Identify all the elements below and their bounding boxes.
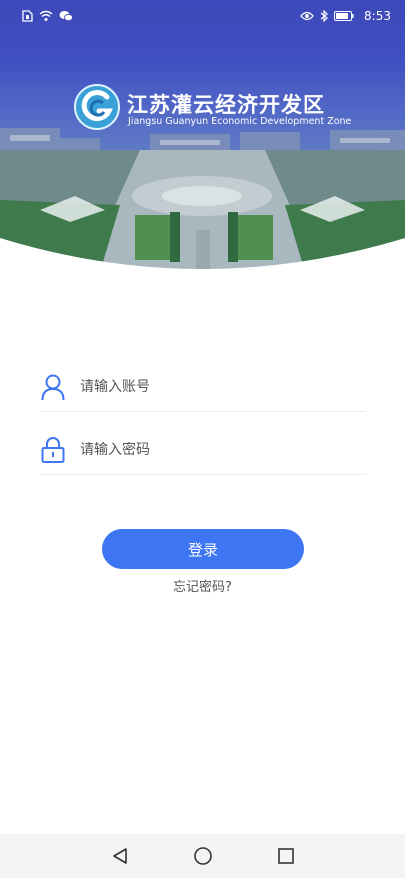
eye-icon <box>300 11 314 21</box>
recents-square-icon[interactable] <box>271 841 301 871</box>
app-title: 江苏灌云经济开发区 <box>127 93 325 117</box>
back-triangle-icon[interactable] <box>105 841 135 871</box>
status-bar: 8:53 <box>0 0 405 32</box>
system-nav-bar <box>0 834 405 878</box>
logo-icon <box>74 84 120 130</box>
app-subtitle: Jiangsu Guanyun Economic Development Zon… <box>128 116 352 127</box>
header-banner <box>0 0 405 272</box>
password-input[interactable] <box>80 441 340 458</box>
lock-icon <box>40 435 66 465</box>
wifi-icon <box>39 10 53 21</box>
home-circle-icon[interactable] <box>188 841 218 871</box>
login-button[interactable]: 登录 <box>102 529 304 569</box>
user-icon <box>40 372 66 402</box>
account-input[interactable] <box>80 378 340 395</box>
account-field-row <box>40 362 366 412</box>
bluetooth-icon <box>320 10 328 22</box>
password-field-row <box>40 425 366 475</box>
status-time: 8:53 <box>364 9 391 23</box>
sim-icon <box>22 10 33 22</box>
battery-icon <box>334 11 354 21</box>
forgot-password-link[interactable]: 忘记密码? <box>0 576 405 595</box>
header-curve <box>0 238 405 272</box>
wechat-icon <box>59 11 73 22</box>
